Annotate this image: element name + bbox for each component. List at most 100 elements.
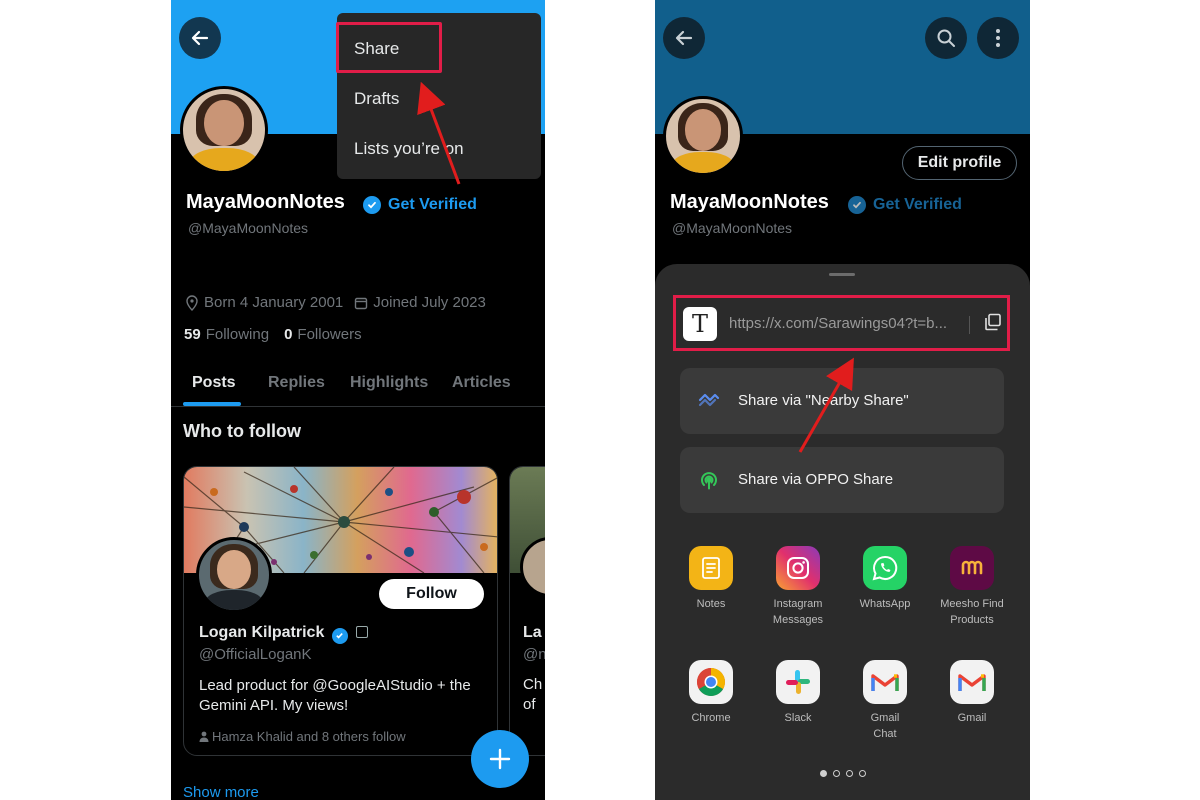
share-sheet: T https://x.com/Sarawings04?t=b... Share… — [655, 264, 1030, 800]
suggestion-2-name: La — [523, 624, 542, 641]
avatar[interactable] — [180, 86, 268, 174]
gmail-icon — [863, 660, 907, 704]
share-url: https://x.com/Sarawings04?t=b... — [729, 315, 948, 332]
followers-label[interactable]: Followers — [297, 326, 361, 343]
suggestion-avatar[interactable] — [196, 537, 272, 613]
followed-by-text: Hamza Khalid and 8 others follow — [212, 729, 406, 744]
verified-badge-icon — [363, 196, 381, 214]
following-count[interactable]: 59 — [184, 326, 201, 343]
back-button[interactable] — [179, 17, 221, 59]
suggestion-2-handle: @n — [523, 646, 545, 663]
get-verified-link[interactable]: Get Verified — [388, 196, 477, 214]
app-label: WhatsApp — [859, 598, 911, 610]
gmail-icon — [950, 660, 994, 704]
profile-name: MayaMoonNotes — [670, 191, 829, 213]
profile-handle: @MayaMoonNotes — [188, 220, 309, 236]
menu-item-drafts[interactable]: Drafts — [354, 89, 399, 109]
share-highlight-box — [336, 22, 442, 73]
app-chrome[interactable]: Chrome — [666, 660, 756, 726]
app-label: Notes — [696, 598, 726, 610]
slack-icon — [776, 660, 820, 704]
notes-icon — [689, 546, 733, 590]
app-label: Gmail — [957, 712, 987, 724]
followed-by-text-row: Hamza Khalid and 8 others follow — [199, 729, 406, 744]
text-t-icon: T — [683, 307, 717, 341]
app-slack[interactable]: Slack — [753, 660, 843, 726]
page-dot[interactable] — [858, 770, 866, 777]
search-icon — [937, 29, 955, 47]
back-arrow-icon — [675, 30, 693, 46]
menu-item-lists[interactable]: Lists you’re on — [354, 139, 464, 159]
tab-articles[interactable]: Articles — [452, 374, 511, 392]
joined-date-text: Joined July 2023 — [373, 294, 486, 311]
app-instagram-messages[interactable]: Instagram Messages — [753, 546, 843, 628]
suggestion-name: Logan Kilpatrick — [199, 624, 325, 641]
following-label[interactable]: Following — [206, 326, 269, 343]
location-pin-icon — [186, 294, 198, 311]
meesho-icon — [950, 546, 994, 590]
page-indicator — [655, 770, 1030, 777]
followers-count[interactable]: 0 — [284, 326, 292, 343]
get-verified-link[interactable]: Get Verified — [873, 196, 962, 214]
person-icon — [199, 731, 209, 742]
verified-badge-icon — [331, 627, 348, 644]
app-label: Gmail Chat — [870, 712, 900, 740]
instagram-icon — [776, 546, 820, 590]
app-label: Instagram Messages — [772, 598, 824, 626]
calendar-icon — [355, 297, 368, 309]
birthdate-text: Born 4 January 2001 — [204, 294, 344, 311]
nearby-share-icon — [698, 393, 720, 407]
copy-icon[interactable] — [984, 313, 1002, 331]
profile-handle: @MayaMoonNotes — [672, 220, 793, 236]
tab-posts[interactable]: Posts — [192, 374, 236, 392]
oppo-share-option[interactable]: Share via OPPO Share — [680, 447, 1004, 513]
page-dot[interactable] — [819, 770, 827, 777]
app-label: Slack — [784, 712, 812, 724]
edit-profile-button[interactable]: Edit profile — [902, 146, 1017, 180]
share-link-row[interactable]: T https://x.com/Sarawings04?t=b... — [673, 295, 1010, 351]
left-phone-screen: Share Drafts Lists you’re on MayaMoonNot… — [171, 0, 545, 800]
back-arrow-icon — [191, 30, 209, 46]
tabs-divider — [171, 406, 545, 407]
link-row-divider — [969, 316, 970, 334]
compose-post-button[interactable] — [471, 730, 529, 788]
who-to-follow-heading: Who to follow — [183, 421, 301, 441]
suggestion-2-bio-line1: Ch — [523, 676, 543, 693]
affiliate-badge-icon — [356, 626, 369, 638]
plus-icon — [489, 748, 511, 770]
app-notes[interactable]: Notes — [666, 546, 756, 612]
app-label: Chrome — [691, 712, 731, 724]
app-meesho[interactable]: Meesho Find Products — [927, 546, 1017, 628]
sheet-drag-handle[interactable] — [829, 273, 855, 276]
search-button[interactable] — [925, 17, 967, 59]
oppo-share-icon — [701, 472, 717, 490]
page-dot[interactable] — [845, 770, 853, 777]
suggestion-card-2[interactable]: La @n Ch of — [509, 466, 545, 756]
app-whatsapp[interactable]: WhatsApp — [840, 546, 930, 612]
suggestion-card[interactable]: Follow Logan Kilpatrick @OfficialLoganK … — [183, 466, 498, 756]
profile-meta: Born 4 January 2001 Joined July 2023 — [185, 294, 486, 311]
app-label: Meesho Find Products — [940, 598, 1004, 626]
nearby-share-option[interactable]: Share via "Nearby Share" — [680, 368, 1004, 434]
show-more-link[interactable]: Show more — [183, 784, 259, 800]
app-gmail-chat[interactable]: Gmail Chat — [840, 660, 930, 742]
profile-name: MayaMoonNotes — [186, 191, 345, 213]
more-options-button[interactable] — [977, 17, 1019, 59]
whatsapp-icon — [863, 546, 907, 590]
avatar[interactable] — [663, 96, 743, 176]
app-gmail[interactable]: Gmail — [927, 660, 1017, 726]
right-phone-screen: Edit profile MayaMoonNotes Get Verified … — [655, 0, 1030, 800]
back-button[interactable] — [663, 17, 705, 59]
follow-button[interactable]: Follow — [379, 579, 484, 609]
page-dot[interactable] — [832, 770, 840, 777]
suggestion-name-row: Logan Kilpatrick — [199, 624, 369, 644]
suggestion-bio: Lead product for @GoogleAIStudio + the G… — [199, 677, 471, 714]
tab-replies[interactable]: Replies — [268, 374, 325, 392]
oppo-share-label: Share via OPPO Share — [738, 471, 894, 488]
verified-badge-icon — [848, 196, 866, 214]
suggestion-handle: @OfficialLoganK — [199, 646, 312, 663]
tab-highlights[interactable]: Highlights — [350, 374, 428, 392]
follow-counts: 59 Following 0 Followers — [184, 326, 362, 343]
chrome-icon — [689, 660, 733, 704]
nearby-share-label: Share via "Nearby Share" — [738, 392, 909, 409]
